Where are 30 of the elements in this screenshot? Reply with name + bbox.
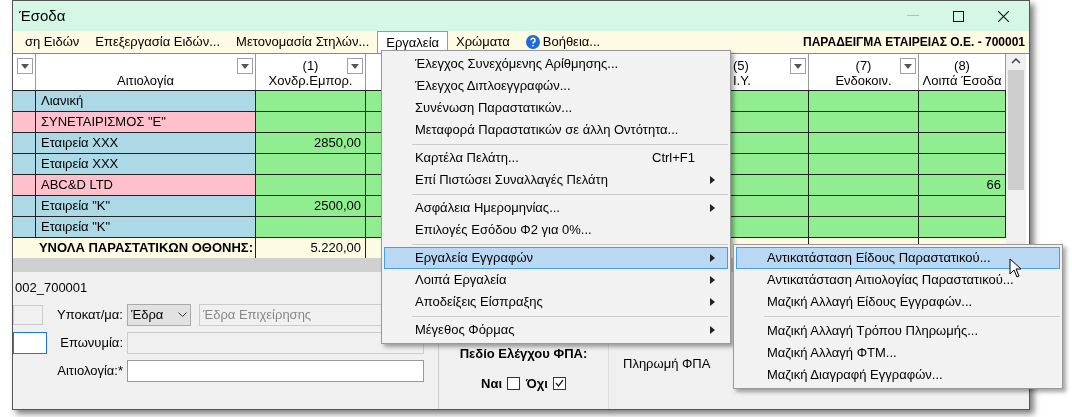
column-number: (1) — [302, 58, 319, 73]
column-title: Ι.Υ. — [733, 73, 751, 88]
column-title: Λοιπά Έσοδα — [922, 73, 1002, 88]
field-label: Υποκατ/μα: — [56, 305, 124, 324]
vat-check-title: Πεδίο Ελέγχου ΦΠΑ: — [459, 345, 588, 363]
column-title: Χονδρ.Εμπορ. — [268, 73, 353, 88]
table-cell: 66 — [919, 175, 1006, 195]
column-title: Ενδοκοιν. — [835, 73, 892, 88]
company-name: ΠΑΡΑΔΕΙΓΜΑ ΕΤΑΙΡΕΙΑΣ Ο.Ε. - 700001 — [803, 34, 1026, 51]
table-cell: Εταιρεία "Κ" — [36, 217, 256, 237]
shortcut-label: Ctrl+F1 — [652, 149, 695, 168]
column-title: Αιτιολογία — [117, 73, 174, 88]
table-cell: Εταιρεία XXX — [36, 133, 256, 153]
window-title: Έσοδα — [19, 5, 67, 26]
option-label: Ναι — [481, 374, 503, 393]
column-number: (8) — [954, 58, 970, 73]
table-cell: ΣΥΝΕΤΑΙΡΙΣΜΟΣ "Ε" — [36, 112, 256, 132]
table-cell: 2850,00 — [256, 133, 366, 153]
field-label: Αιτιολογία:* — [56, 361, 124, 380]
column-number: (5) — [733, 58, 749, 73]
field-label: Επωνυμία: — [59, 333, 124, 352]
group-label: 002_700001 — [15, 279, 88, 297]
table-cell: Εταιρεία XXX — [36, 154, 256, 174]
column-number: (7) — [855, 58, 872, 73]
vat-payment-label: Πληρωμή ΦΠΑ — [623, 356, 711, 371]
table-cell: ABC&D LTD — [36, 175, 256, 195]
option-label: Όχι — [526, 374, 548, 393]
table-cell: Εταιρεία "Κ" — [36, 196, 256, 216]
table-cell: 2500,00 — [256, 196, 366, 216]
table-cell: Λιανική — [36, 91, 256, 111]
